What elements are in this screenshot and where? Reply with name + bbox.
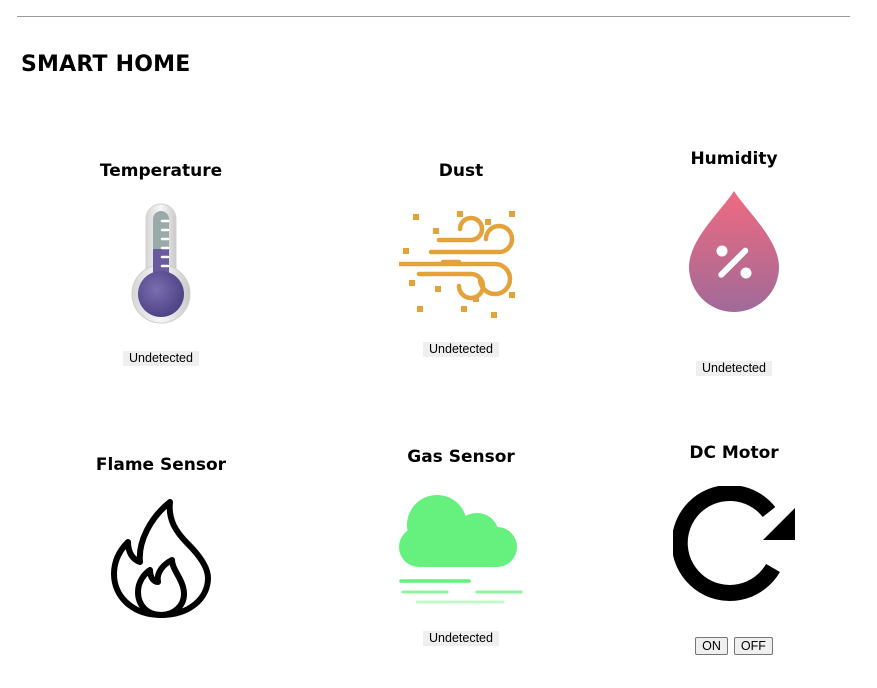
flame-card: Flame Sensor (41, 455, 281, 620)
gas-status: Undetected (423, 631, 499, 646)
gas-card: Gas Sensor Undetected (341, 447, 581, 646)
temperature-card: Temperature Undetected (41, 161, 281, 366)
top-divider (17, 16, 850, 17)
motor-card: DC Motor ON OFF (614, 443, 854, 655)
dust-status: Undetected (423, 342, 499, 357)
wind-dust-icon (399, 211, 515, 318)
motor-title: DC Motor (689, 443, 779, 463)
motor-on-button[interactable]: ON (695, 637, 728, 655)
gas-title: Gas Sensor (407, 447, 515, 467)
dust-title: Dust (438, 161, 484, 181)
rotate-icon (673, 486, 795, 601)
humidity-card: Humidity Undetected (614, 149, 854, 376)
temperature-title: Temperature (99, 161, 223, 181)
page-title: SMART HOME (21, 52, 191, 77)
motor-off-button[interactable]: OFF (733, 637, 773, 655)
gas-cloud-icon (399, 495, 523, 604)
temperature-status: Undetected (123, 351, 199, 366)
humidity-status: Undetected (696, 361, 772, 376)
flame-title: Flame Sensor (95, 455, 227, 475)
dust-card: Dust Undetected (341, 161, 581, 357)
humidity-drop-icon (689, 191, 779, 312)
humidity-title: Humidity (690, 149, 778, 169)
flame-icon (111, 499, 211, 618)
thermometer-icon (131, 203, 191, 324)
